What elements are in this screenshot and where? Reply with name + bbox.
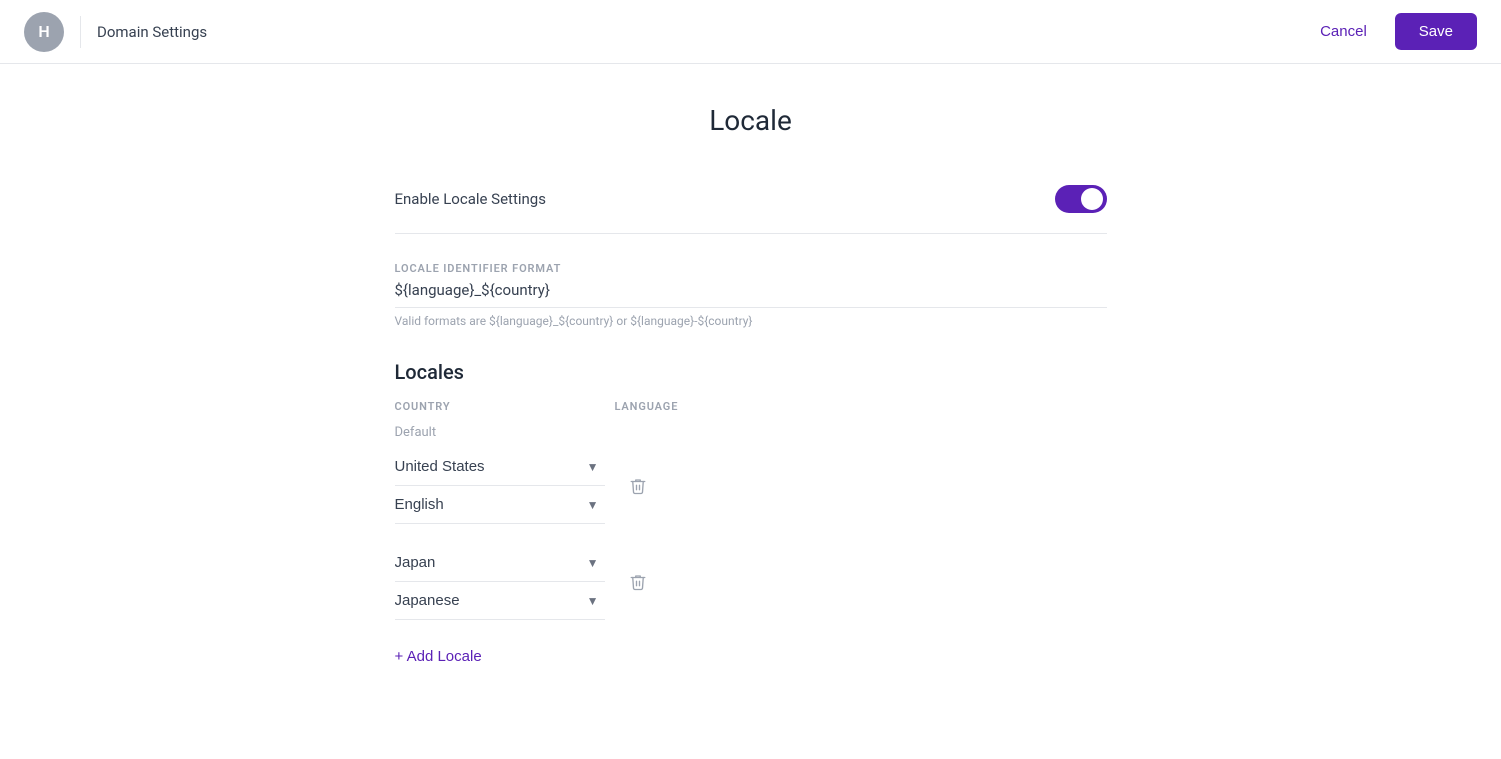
locale-selects-2: Japan United States France Germany Unite…: [395, 544, 605, 620]
delete-locale-button-2[interactable]: [625, 569, 651, 595]
page-title-header: Domain Settings: [97, 23, 207, 41]
cancel-button[interactable]: Cancel: [1304, 15, 1383, 48]
country-select-1[interactable]: United States Japan France Germany Unite…: [395, 448, 605, 486]
enable-locale-label: Enable Locale Settings: [395, 190, 546, 208]
country-select-2[interactable]: Japan United States France Germany Unite…: [395, 544, 605, 582]
language-select-wrapper-1: English Japanese French German ▼: [395, 486, 605, 524]
trash-icon-2: [629, 573, 647, 591]
language-select-1[interactable]: English Japanese French German: [395, 486, 605, 524]
locale-group-default: Default United States Japan France Germa…: [395, 425, 1107, 524]
main-content: Locale Enable Locale Settings LOCALE IDE…: [371, 64, 1131, 745]
language-col-header: LANGUAGE: [615, 400, 835, 413]
page-title: Locale: [395, 104, 1107, 137]
enable-locale-row: Enable Locale Settings: [395, 185, 1107, 234]
locale-group-japan: Japan United States France Germany Unite…: [395, 544, 1107, 620]
header-left: H Domain Settings: [24, 12, 207, 52]
language-select-wrapper-2: Japanese English French German ▼: [395, 582, 605, 620]
locale-identifier-value: ${language}_${country}: [395, 281, 1107, 308]
language-select-2[interactable]: Japanese English French German: [395, 582, 605, 620]
locale-pair-1: United States Japan France Germany Unite…: [395, 448, 1107, 524]
country-select-wrapper-1: United States Japan France Germany Unite…: [395, 448, 605, 486]
country-select-wrapper-2: Japan United States France Germany Unite…: [395, 544, 605, 582]
locale-identifier-hint: Valid formats are ${language}_${country}…: [395, 314, 1107, 328]
toggle-thumb: [1081, 188, 1103, 210]
avatar: H: [24, 12, 64, 52]
toggle-track: [1055, 185, 1107, 213]
table-header: COUNTRY LANGUAGE: [395, 400, 1107, 421]
divider: [80, 16, 81, 48]
locale-group-label-default: Default: [395, 425, 1107, 440]
save-button[interactable]: Save: [1395, 13, 1477, 50]
locale-pair-2: Japan United States France Germany Unite…: [395, 544, 1107, 620]
trash-icon-1: [629, 477, 647, 495]
locale-identifier-label: LOCALE IDENTIFIER FORMAT: [395, 262, 1107, 275]
add-locale-button[interactable]: + Add Locale: [395, 640, 482, 673]
header: H Domain Settings Cancel Save: [0, 0, 1501, 64]
locales-title: Locales: [395, 360, 1107, 384]
locale-selects-1: United States Japan France Germany Unite…: [395, 448, 605, 524]
locales-section: Locales COUNTRY LANGUAGE Default United …: [395, 360, 1107, 673]
country-col-header: COUNTRY: [395, 400, 615, 413]
delete-locale-button-1[interactable]: [625, 473, 651, 499]
locale-identifier-section: LOCALE IDENTIFIER FORMAT ${language}_${c…: [395, 262, 1107, 328]
header-actions: Cancel Save: [1304, 13, 1477, 50]
enable-locale-toggle[interactable]: [1055, 185, 1107, 213]
